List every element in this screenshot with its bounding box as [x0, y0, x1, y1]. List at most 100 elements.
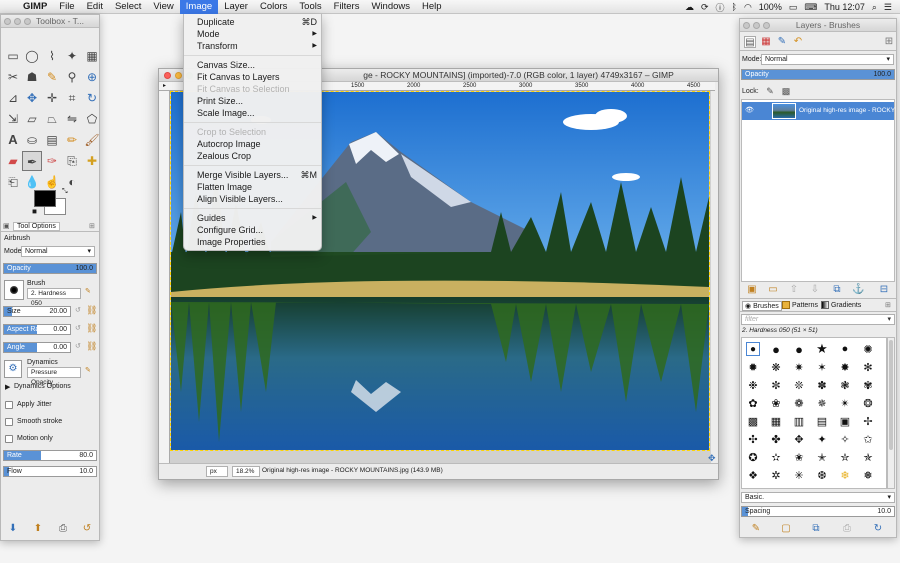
brush-preview-item[interactable]: ✲	[769, 468, 783, 482]
paths-icon[interactable]: ✎	[44, 69, 60, 85]
brush-preview-item[interactable]: ❄	[838, 468, 852, 482]
new-layer-group-icon[interactable]: ▭	[767, 284, 779, 296]
brush-preview-item[interactable]: ✭	[815, 450, 829, 464]
menu-item-zealous-crop[interactable]: Zealous Crop	[197, 150, 317, 162]
move-icon[interactable]: ✥	[24, 90, 40, 106]
brush-scrollbar[interactable]	[887, 337, 895, 489]
smudge-icon[interactable]: ☝	[44, 174, 60, 190]
keyboard-icon[interactable]: ⌨	[804, 2, 817, 13]
brush-preview-item[interactable]: ✴	[838, 396, 852, 410]
creative-cloud-icon[interactable]: ☁	[685, 2, 694, 13]
menu-item-image-properties[interactable]: Image Properties	[197, 236, 317, 248]
menu-help[interactable]: Help	[416, 0, 448, 14]
expander-icon[interactable]: ▶	[5, 383, 10, 391]
blur-icon[interactable]: 💧	[24, 174, 40, 190]
brush-preview-item[interactable]: ❉	[746, 378, 760, 392]
app-menu[interactable]: GIMP	[17, 0, 53, 14]
foreground-color-swatch[interactable]	[34, 190, 56, 207]
menu-view[interactable]: View	[147, 0, 179, 14]
paths-tab-icon[interactable]: ✎	[776, 36, 788, 48]
perspective-clone-icon[interactable]: ⎗	[5, 174, 21, 190]
reset-options-icon[interactable]: ↺	[81, 523, 93, 535]
aspect-ratio-slider[interactable]: Aspect Ratio 0.00	[3, 324, 71, 335]
raise-layer-icon[interactable]: ⇧	[788, 284, 800, 296]
ink-icon[interactable]: ✑	[44, 153, 60, 169]
paintbrush-icon[interactable]: 🖌	[84, 132, 100, 148]
brush-preview-item[interactable]: ✬	[792, 450, 806, 464]
brush-filter-input[interactable]: filter ▾	[741, 314, 895, 325]
minimize-button[interactable]	[14, 18, 21, 25]
anchor-layer-icon[interactable]: ⚓	[852, 284, 864, 296]
brush-preview-item[interactable]: ✿	[746, 396, 760, 410]
menu-windows[interactable]: Windows	[365, 0, 416, 14]
foreground-select-icon[interactable]: ☗	[24, 69, 40, 85]
zoom-button[interactable]	[763, 22, 770, 29]
undo-history-tab-icon[interactable]: ↶	[792, 36, 804, 48]
duplicate-brush-icon[interactable]: ⧉	[810, 523, 822, 535]
brush-preview-item[interactable]: ✦	[815, 432, 829, 446]
blend-icon[interactable]: ▤	[44, 132, 60, 148]
brush-preview[interactable]	[4, 280, 24, 300]
brush-preview-item[interactable]: ▦	[769, 414, 783, 428]
close-button[interactable]	[164, 72, 171, 79]
visibility-eye-icon[interactable]: 👁	[745, 106, 754, 114]
refresh-brushes-icon[interactable]: ↻	[872, 523, 884, 535]
tab-menu-icon[interactable]: ⊞	[885, 301, 891, 309]
wifi-icon[interactable]: ◠	[744, 2, 752, 13]
dynamics-icon[interactable]: ⚙	[4, 360, 22, 378]
brush-preview-item[interactable]: ▥	[792, 414, 806, 428]
perspective-icon[interactable]: ⏢	[44, 111, 60, 127]
toolbox-titlebar[interactable]: Toolbox - T...	[1, 15, 99, 28]
brush-preview-item[interactable]: ✶	[815, 360, 829, 374]
menu-arrow-icon[interactable]: ▸	[159, 82, 170, 91]
brush-grid[interactable]: ● ● ● ★ ● ✺ ✹ ❋ ✷ ✶ ✸ ✻ ❉ ✼ ❊ ✽ ❃ ✾ ✿ ❀ ❁ ✵ ✴ ❂ ▩ ▦ ▥ ▤ ▣ ✢ ✣ ✤ ✥ ✦ ✧ ✩ ✪ ✫ ✬ ✭…	[741, 337, 887, 489]
brush-preview-item[interactable]: ✯	[861, 450, 875, 464]
brush-preview-item[interactable]: ★	[815, 341, 829, 356]
info-icon[interactable]: ⓘ	[716, 1, 725, 14]
link-aspect-icon[interactable]: ⛓	[86, 323, 97, 334]
brush-tag-select[interactable]: Basic. ▾	[741, 492, 895, 503]
reset-size-icon[interactable]: ↺	[75, 306, 81, 314]
menu-item-fit-canvas-selection[interactable]: Fit Canvas to Selection	[197, 83, 317, 95]
ruler-left[interactable]	[159, 91, 170, 463]
menu-item-configure-grid[interactable]: Configure Grid...	[197, 224, 317, 236]
brush-preview-item[interactable]: ❃	[838, 378, 852, 392]
unit-select[interactable]: px	[206, 466, 228, 477]
menu-item-transform[interactable]: Transform ▶	[197, 40, 317, 52]
brush-preview-item[interactable]: ✥	[792, 432, 806, 446]
scissors-icon[interactable]: ✂	[5, 69, 21, 85]
motion-only-checkbox[interactable]	[5, 435, 13, 443]
shear-icon[interactable]: ▱	[24, 111, 40, 127]
menu-image[interactable]: Image	[179, 0, 219, 14]
brush-preview-item[interactable]: ✮	[838, 450, 852, 464]
angle-slider[interactable]: Angle 0.00	[3, 342, 71, 353]
brush-preview-item[interactable]: ▤	[815, 414, 829, 428]
lower-layer-icon[interactable]: ⇩	[809, 284, 821, 296]
tab-gradients[interactable]: Gradients	[821, 301, 861, 309]
brush-preview-item[interactable]: ✧	[838, 432, 852, 446]
clock[interactable]: Thu 12:07	[824, 2, 865, 12]
channels-tab-icon[interactable]: ▦	[760, 36, 772, 48]
search-icon[interactable]: ⌕	[872, 2, 877, 13]
tab-menu-icon[interactable]: ⊞	[883, 36, 895, 48]
apple-menu-icon[interactable]	[0, 0, 17, 14]
brush-preview-item[interactable]: ▣	[838, 414, 852, 428]
edit-brush-icon[interactable]: ✎	[85, 287, 91, 295]
menu-edit[interactable]: Edit	[81, 0, 109, 14]
close-button[interactable]	[743, 22, 750, 29]
new-layer-icon[interactable]: ▣	[746, 284, 758, 296]
brush-preview-item[interactable]: ✹	[746, 360, 760, 374]
edit-brush-icon[interactable]: ✎	[750, 523, 762, 535]
menu-item-flatten[interactable]: Flatten Image	[197, 181, 317, 193]
brush-preview-item[interactable]: ❅	[861, 468, 875, 482]
crop-icon[interactable]: ⌗	[64, 90, 80, 106]
duplicate-layer-icon[interactable]: ⧉	[831, 284, 843, 296]
spacing-slider[interactable]: Spacing 10.0	[741, 506, 895, 517]
swap-colors-icon[interactable]: ⤡	[62, 188, 68, 196]
close-button[interactable]	[4, 18, 11, 25]
brush-preview-item[interactable]: ❖	[746, 468, 760, 482]
brush-preview-item[interactable]: ✪	[746, 450, 760, 464]
layers-opacity-slider[interactable]: Opacity 100.0	[741, 69, 895, 80]
fuzzy-select-icon[interactable]: ✦	[64, 48, 80, 64]
size-slider[interactable]: Size 20.00	[3, 306, 71, 317]
